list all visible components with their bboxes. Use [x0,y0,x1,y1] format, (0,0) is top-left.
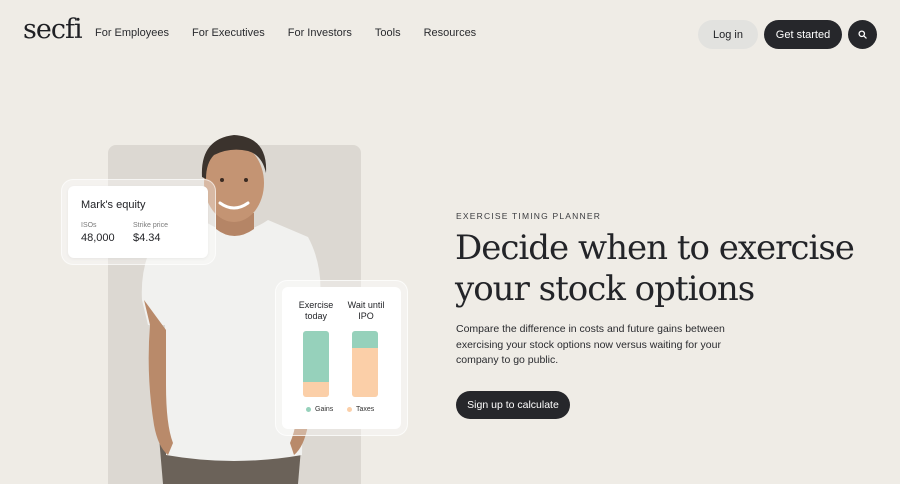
secfi-logo[interactable]: secfi [23,14,83,45]
isos-value: 48,000 [81,232,115,244]
isos-label: ISOs [81,222,97,229]
gains-dot [306,407,311,412]
wait-until-ipo-bar [352,331,378,397]
eyebrow-label: EXERCISE TIMING PLANNER [456,211,602,221]
wait-until-ipo-taxes-segment [352,347,378,397]
hero-description: Compare the difference in costs and futu… [456,323,725,366]
legend-taxes-label: Taxes [356,406,375,413]
strike-price-label: Strike price [133,222,169,229]
top-nav: secfi For Employees For Executives For I… [0,0,900,68]
search-button[interactable] [848,20,877,49]
nav-link-tools[interactable]: Tools [375,27,401,39]
get-started-button[interactable]: Get started [764,20,842,49]
wait-until-ipo-gains-segment [352,331,378,348]
nav-link-for-investors[interactable]: For Investors [288,27,352,39]
login-button[interactable]: Log in [698,20,758,49]
exercise-today-gains-segment [303,331,329,383]
nav-link-resources[interactable]: Resources [424,27,477,39]
strike-price-stat: Strike price $4.34 [133,222,168,244]
equity-card-title: Mark's equity [81,199,146,211]
nav-link-for-executives[interactable]: For Executives [192,27,265,39]
strike-price-value: $4.34 [133,232,161,244]
search-icon [858,30,867,39]
exercise-today-label: Exercise today [298,300,334,321]
page-title: Decide when to exercise your stock optio… [455,228,855,309]
nav-links: For Employees For Executives For Investo… [95,27,476,39]
legend-gains-label: Gains [315,406,334,413]
taxes-dot [347,407,352,412]
nav-link-for-employees[interactable]: For Employees [95,27,169,39]
legend-gains: Gains [306,406,333,413]
wait-until-ipo-label: Wait until IPO [347,300,385,321]
legend-taxes: Taxes [347,406,374,413]
compare-card: Exercise today Wait until IPO Gains Taxe… [282,287,401,429]
sign-up-to-calculate-button[interactable]: Sign up to calculate [456,391,570,419]
exercise-today-taxes-segment [303,382,329,397]
equity-card: Mark's equity ISOs 48,000 Strike price $… [68,186,208,258]
exercise-today-bar [303,331,329,397]
isos-stat: ISOs 48,000 [81,222,115,244]
